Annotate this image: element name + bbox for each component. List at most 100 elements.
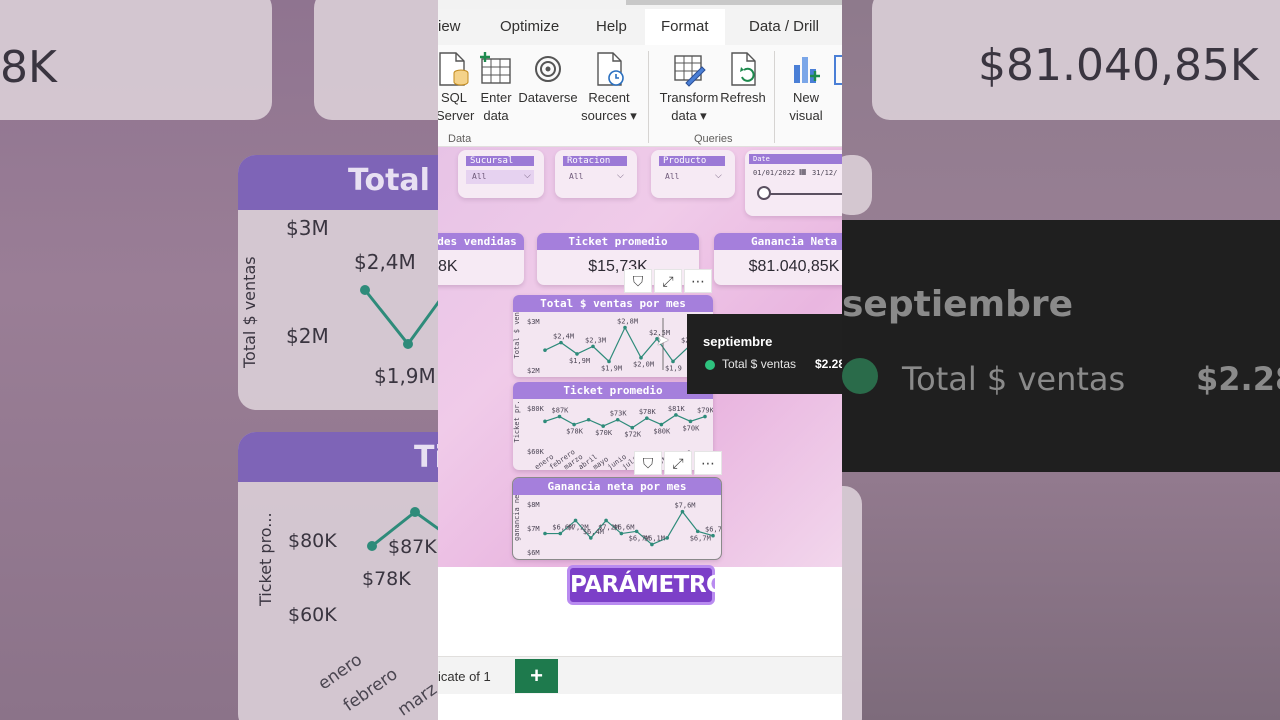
data-label: $6,6M bbox=[613, 524, 634, 532]
data-label: $78K bbox=[639, 408, 657, 416]
ribbon: SQL Server Enter data Dataverse Recent s… bbox=[438, 45, 842, 147]
add-page-button[interactable]: + bbox=[515, 659, 558, 693]
sql-line2: Server bbox=[438, 108, 475, 123]
bg-chart2-header bbox=[238, 432, 438, 482]
more-options-icon[interactable]: ⋯ bbox=[684, 269, 712, 293]
chart-ganancia-neta[interactable]: Ganancia neta por mes ganancia neta $8M $7… bbox=[512, 477, 722, 560]
parametro-caption: PARÁMETRO bbox=[567, 565, 726, 605]
tab-help[interactable]: Help bbox=[596, 18, 627, 35]
text-box-icon[interactable] bbox=[834, 55, 842, 85]
data-point bbox=[591, 344, 595, 349]
data-point bbox=[575, 352, 579, 356]
tab-format[interactable]: Format bbox=[645, 9, 725, 45]
tab-view[interactable]: iew bbox=[438, 18, 461, 35]
data-point bbox=[586, 417, 591, 422]
sql-server-button[interactable]: SQL Server bbox=[438, 51, 475, 125]
chart-total-ventas[interactable]: Total $ ventas por mes Total $ ventas $3M… bbox=[513, 295, 713, 377]
enter-line1: Enter bbox=[480, 90, 512, 105]
tooltip-series-name: Total $ ventas bbox=[722, 357, 797, 371]
bg-tooltip-series: Total $ ventas bbox=[902, 360, 1126, 398]
tooltip-series-dot bbox=[705, 360, 715, 370]
kpi-ganancia-neta[interactable]: Ganancia Neta $81.040,85K bbox=[714, 233, 842, 285]
slicer-rotacion-title: Rotacion bbox=[563, 156, 627, 166]
kpi-title: Ganancia Neta bbox=[714, 233, 842, 250]
refresh-button[interactable]: Refresh bbox=[720, 51, 766, 107]
page-indicator: icate of 1 bbox=[438, 669, 491, 684]
table-add-icon bbox=[480, 52, 511, 84]
chart-title: Total $ ventas por mes bbox=[513, 295, 713, 312]
data-label: $2,3M bbox=[585, 336, 606, 344]
bg-kpi-value: 8K bbox=[0, 42, 57, 93]
chevron-down-icon: ⌵ bbox=[617, 170, 624, 180]
data-point bbox=[674, 413, 678, 417]
bg-card-sliver-2 bbox=[842, 486, 862, 720]
data-point bbox=[695, 529, 700, 534]
new-visual-icon bbox=[794, 57, 820, 83]
transform-data-button[interactable]: Transform data ▾ bbox=[658, 51, 720, 125]
bg-kpi-value-right: $81.040,85K bbox=[978, 40, 1259, 91]
data-label: $70K bbox=[682, 424, 700, 432]
data-label: $2,0M bbox=[633, 361, 654, 369]
new-visual-button[interactable]: New visual bbox=[784, 51, 828, 125]
chart-title: Ganancia neta por mes bbox=[513, 478, 721, 495]
data-label: $80K bbox=[653, 428, 671, 436]
focus-mode-icon[interactable]: ⤢ bbox=[664, 451, 692, 475]
filter-icon[interactable]: ⛉ bbox=[624, 269, 652, 293]
data-label: $78K bbox=[566, 428, 584, 436]
slicer-sucursal[interactable]: Sucursal All ⌵ bbox=[458, 150, 544, 198]
slicer-date-end[interactable]: 31/12/ bbox=[812, 169, 837, 177]
bg-label-24m: $2,4M bbox=[354, 250, 416, 274]
tab-data-drill[interactable]: Data / Drill bbox=[749, 18, 819, 35]
data-point bbox=[543, 419, 547, 424]
date-range-handle[interactable] bbox=[757, 186, 771, 200]
bg-line-1 bbox=[360, 285, 438, 349]
y-tick-label: $6M bbox=[527, 549, 540, 557]
slicer-producto[interactable]: Producto All ⌵ bbox=[651, 150, 735, 198]
title-strip-bar bbox=[626, 0, 842, 5]
dataverse-button[interactable]: Dataverse bbox=[518, 51, 578, 107]
refresh-line1: Refresh bbox=[720, 90, 766, 105]
data-label: $70K bbox=[595, 429, 613, 437]
kpi-unidades-vendidas[interactable]: des vendidas 8K bbox=[438, 233, 524, 285]
calendar-icon[interactable]: ▦ bbox=[799, 167, 807, 176]
group-label-queries: Queries bbox=[694, 133, 733, 145]
date-range-track[interactable] bbox=[763, 193, 842, 195]
transform-line1: Transform bbox=[659, 90, 719, 105]
data-point bbox=[604, 518, 608, 523]
bg-chart-title: Total bbox=[348, 163, 430, 198]
focus-mode-icon[interactable]: ⤢ bbox=[654, 269, 682, 293]
more-options-icon[interactable]: ⋯ bbox=[694, 451, 722, 475]
report-canvas: Sucursal All ⌵ Rotacion All ⌵ Producto A… bbox=[438, 147, 842, 567]
data-label: $6,1M bbox=[644, 534, 665, 542]
dataverse-icon bbox=[535, 56, 561, 82]
data-point bbox=[559, 340, 563, 345]
power-bi-window: iew Optimize Help Format Data / Drill SQ… bbox=[438, 0, 842, 720]
y-tick-label: $3M bbox=[527, 318, 540, 326]
filter-icon[interactable]: ⛉ bbox=[634, 451, 662, 475]
data-label: $2,4M bbox=[553, 333, 574, 341]
data-point bbox=[659, 422, 664, 427]
y-tick-label: $8M bbox=[527, 501, 540, 509]
data-label: $73K bbox=[610, 410, 628, 418]
data-point bbox=[572, 422, 576, 427]
bg-label-78k: $78K bbox=[362, 568, 411, 590]
enter-data-button[interactable]: Enter data bbox=[478, 51, 514, 125]
group-separator-2 bbox=[774, 51, 775, 143]
recent-sources-button[interactable]: Recent sources ▾ bbox=[580, 51, 638, 125]
slicer-rotacion[interactable]: Rotacion All ⌵ bbox=[555, 150, 637, 198]
slicer-date-start[interactable]: 01/01/2022 bbox=[753, 169, 795, 177]
data-point bbox=[639, 355, 643, 360]
y-tick-label: $80K bbox=[527, 405, 545, 413]
tooltip-month: septiembre bbox=[703, 334, 773, 349]
menu-tabs: iew Optimize Help Format Data / Drill bbox=[438, 9, 842, 45]
tab-optimize[interactable]: Optimize bbox=[500, 18, 559, 35]
dataverse-line1: Dataverse bbox=[518, 90, 578, 105]
y-axis-label: Total $ ventas bbox=[513, 312, 521, 359]
slicer-date[interactable]: Date 01/01/2022 ▦ 31/12/ bbox=[745, 150, 842, 216]
data-label: $6,7M bbox=[705, 526, 721, 534]
data-point bbox=[630, 425, 635, 430]
bg-label-19m: $1,9M bbox=[374, 364, 436, 388]
data-point bbox=[680, 509, 685, 514]
data-point bbox=[623, 325, 627, 330]
data-point bbox=[607, 359, 611, 364]
